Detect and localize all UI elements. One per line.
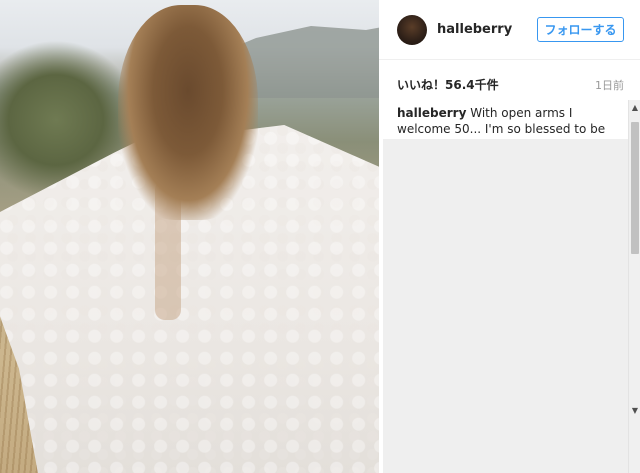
post-photo[interactable] — [0, 0, 379, 473]
follow-button[interactable]: フォローする — [537, 17, 624, 42]
likes-count[interactable]: いいね！56.4千件 — [397, 76, 499, 93]
post-sidebar: halleberry フォローする いいね！56.4千件 1日前 hallebe… — [379, 0, 640, 473]
scrollbar-thumb[interactable] — [631, 122, 639, 254]
arrow-up-icon[interactable]: ▲ — [629, 100, 640, 114]
header-username[interactable]: halleberry — [437, 22, 512, 37]
post-viewer: halleberry フォローする いいね！56.4千件 1日前 hallebe… — [0, 0, 640, 473]
scrollbar[interactable]: ▲ ▼ — [628, 100, 640, 473]
post-time[interactable]: 1日前 — [595, 77, 624, 93]
arrow-down-icon[interactable]: ▼ — [629, 403, 640, 417]
comments-area — [383, 139, 628, 473]
post-header: halleberry フォローする — [379, 0, 640, 60]
photo-hair — [118, 5, 258, 220]
avatar[interactable] — [397, 15, 427, 45]
caption-username[interactable]: halleberry — [397, 106, 466, 120]
caption-box: halleberry With open arms I welcome 50..… — [383, 100, 619, 152]
